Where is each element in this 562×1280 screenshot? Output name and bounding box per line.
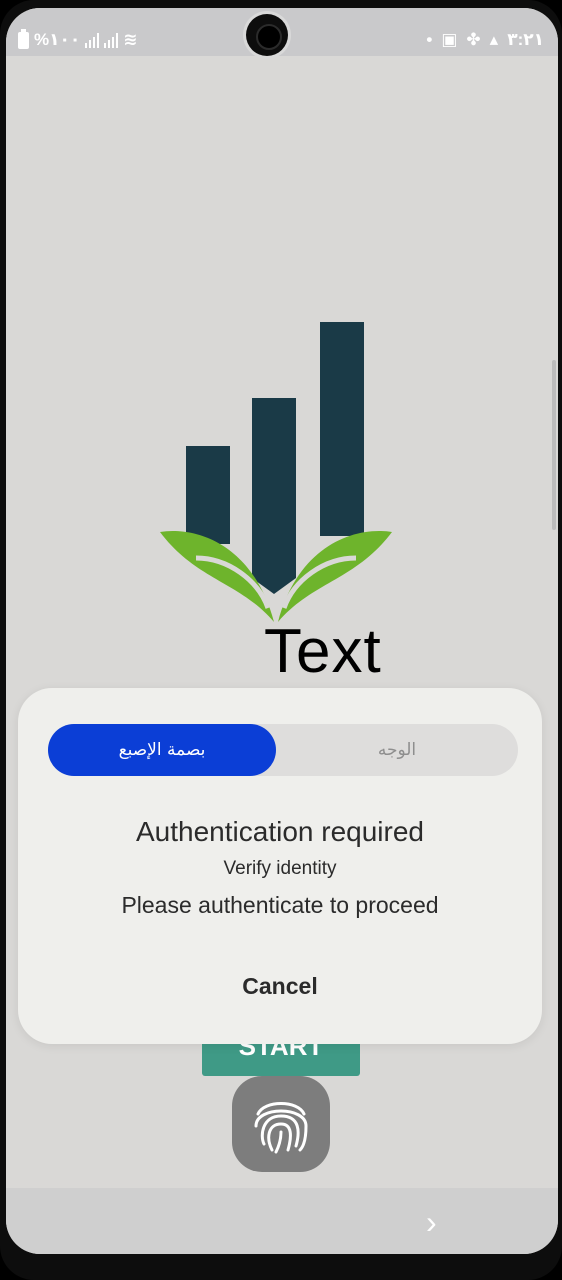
battery-percent: %١٠٠: [34, 30, 81, 49]
clock: ٣:٢١: [507, 30, 544, 49]
logo-icon: [160, 322, 392, 622]
fingerprint-sensor-button[interactable]: [232, 1076, 330, 1172]
scroll-handle: [552, 360, 556, 530]
status-left: %١٠٠ ≋: [18, 28, 138, 50]
signal-icon: [85, 32, 100, 48]
app-icon: ▣: [441, 30, 458, 49]
status-right: • ▣ ✤ ▴ ٣:٢١: [426, 30, 544, 50]
chevron-right-icon[interactable]: ›: [426, 1204, 437, 1241]
wifi-icon: ≋: [123, 30, 138, 49]
dialog-title: Authentication required: [136, 816, 424, 847]
fingerprint-icon: [254, 1102, 308, 1154]
front-camera: [246, 14, 288, 56]
notification-dot-icon: •: [426, 30, 433, 49]
logo-text: Text: [264, 617, 382, 686]
fan-icon: ✤: [466, 30, 481, 49]
battery-icon: [18, 28, 29, 49]
mail-icon: ▴: [489, 30, 499, 49]
dialog-subtitle: Verify identity: [223, 858, 337, 879]
tab-face[interactable]: الوجه: [276, 724, 518, 776]
bottom-nav-bar: [6, 1188, 558, 1254]
app-screen: %١٠٠ ≋ • ▣ ✤ ▴ ٣:٢١ Text START › بصمة ال…: [6, 8, 558, 1254]
dialog-description: Please authenticate to proceed: [121, 892, 439, 918]
auth-method-toggle: بصمة الإصبع الوجه: [48, 724, 518, 776]
tab-fingerprint[interactable]: بصمة الإصبع: [48, 724, 276, 776]
signal-icon: [104, 32, 119, 48]
cancel-button[interactable]: Cancel: [198, 966, 362, 1006]
authentication-dialog: بصمة الإصبع الوجه Authentication require…: [18, 688, 542, 1044]
